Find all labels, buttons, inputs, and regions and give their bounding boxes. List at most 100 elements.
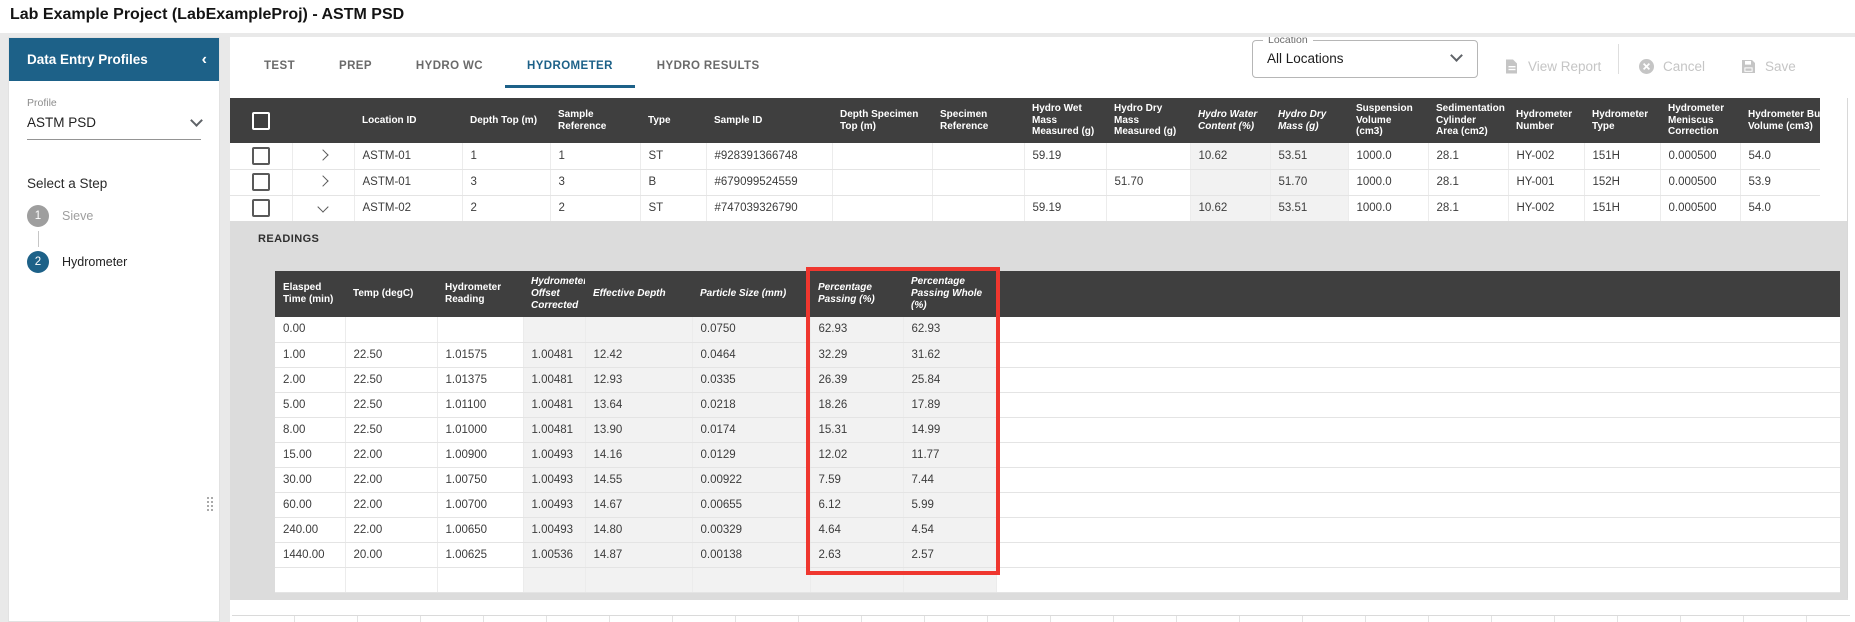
reading-cell-hydrometer-reading[interactable]: 1.01000: [437, 417, 523, 442]
reading-cell-temp-degc[interactable]: 22.50: [345, 417, 437, 442]
reading-cell-elasped-time-min[interactable]: 60.00: [275, 492, 345, 517]
reading-cell-elasped-time-min[interactable]: 1440.00: [275, 542, 345, 567]
reading-cell-elasped-time-min[interactable]: 240.00: [275, 517, 345, 542]
cell-depth-top-m[interactable]: 2: [462, 195, 550, 221]
cell-hydrometer-bulb-volume-cm3[interactable]: 53.9: [1740, 169, 1820, 195]
cell-depth-specimen-top-m[interactable]: [832, 195, 932, 221]
grid-scrollbar[interactable]: [1847, 98, 1848, 598]
row-checkbox[interactable]: [252, 173, 270, 191]
cell-depth-specimen-top-m[interactable]: [832, 169, 932, 195]
reading-cell-temp-degc[interactable]: 22.00: [345, 442, 437, 467]
cell-sedimentation-cylinder-area-cm2[interactable]: 28.1: [1428, 195, 1508, 221]
cell-hydrometer-number[interactable]: HY-001: [1508, 169, 1584, 195]
cell-sedimentation-cylinder-area-cm2[interactable]: 28.1: [1428, 143, 1508, 169]
cell-type[interactable]: ST: [640, 195, 706, 221]
cell-location-id[interactable]: ASTM-02: [354, 195, 462, 221]
reading-cell-elasped-time-min[interactable]: 1.00: [275, 342, 345, 367]
cell-hydro-wet-mass-measured-g[interactable]: [1024, 169, 1106, 195]
reading-cell-temp-degc[interactable]: 22.00: [345, 517, 437, 542]
tab-hydro-wc[interactable]: HYDRO WC: [394, 50, 505, 88]
step-item-sieve[interactable]: 1Sieve: [27, 205, 219, 227]
cell-type[interactable]: ST: [640, 143, 706, 169]
cell-location-id[interactable]: ASTM-01: [354, 143, 462, 169]
cell-sample-reference[interactable]: 3: [550, 169, 640, 195]
cell-sample-reference[interactable]: 2: [550, 195, 640, 221]
cell-specimen-reference[interactable]: [932, 169, 1024, 195]
profile-select[interactable]: ASTM PSD: [27, 115, 201, 140]
cell-hydrometer-type[interactable]: 152H: [1584, 169, 1660, 195]
cell-hydro-dry-mass-measured-g[interactable]: 51.70: [1106, 169, 1190, 195]
cell-hydrometer-meniscus-correction[interactable]: 0.000500: [1660, 143, 1740, 169]
cell-type[interactable]: B: [640, 169, 706, 195]
expand-row-icon[interactable]: [317, 175, 328, 186]
reading-cell-temp-degc[interactable]: [345, 317, 437, 342]
reading-cell-hydrometer-reading[interactable]: 1.00625: [437, 542, 523, 567]
reading-cell-elasped-time-min[interactable]: 15.00: [275, 442, 345, 467]
tab-prep[interactable]: PREP: [317, 50, 394, 88]
cell-hydrometer-type[interactable]: 151H: [1584, 195, 1660, 221]
reading-cell-temp-degc[interactable]: 22.00: [345, 467, 437, 492]
cell-hydrometer-meniscus-correction[interactable]: 0.000500: [1660, 195, 1740, 221]
cell-sample-reference[interactable]: 1: [550, 143, 640, 169]
reading-cell-temp-degc[interactable]: 22.50: [345, 342, 437, 367]
cell-sedimentation-cylinder-area-cm2[interactable]: 28.1: [1428, 169, 1508, 195]
cell-depth-specimen-top-m[interactable]: [832, 143, 932, 169]
cell-hydro-wet-mass-measured-g[interactable]: 59.19: [1024, 195, 1106, 221]
reading-cell-hydrometer-reading[interactable]: [437, 317, 523, 342]
row-checkbox[interactable]: [252, 199, 270, 217]
cell-sample-id[interactable]: #747039326790: [706, 195, 832, 221]
cell-hydrometer-number[interactable]: HY-002: [1508, 195, 1584, 221]
select-all-checkbox[interactable]: [252, 112, 270, 130]
collapse-row-icon[interactable]: [317, 201, 328, 212]
view-report-button[interactable]: View Report: [1503, 50, 1601, 82]
cell-hydro-dry-mass-measured-g[interactable]: [1106, 195, 1190, 221]
reading-cell-elasped-time-min[interactable]: 8.00: [275, 417, 345, 442]
sidebar-resize-handle[interactable]: [207, 497, 213, 511]
reading-cell-hydrometer-reading[interactable]: 1.00750: [437, 467, 523, 492]
expand-row-icon[interactable]: [317, 149, 328, 160]
reading-cell-temp-degc[interactable]: 22.50: [345, 392, 437, 417]
tab-hydrometer[interactable]: HYDROMETER: [505, 50, 635, 88]
cell-specimen-reference[interactable]: [932, 195, 1024, 221]
cell-hydrometer-number[interactable]: HY-002: [1508, 143, 1584, 169]
reading-cell-hydrometer-reading[interactable]: 1.00900: [437, 442, 523, 467]
cell-location-id[interactable]: ASTM-01: [354, 169, 462, 195]
cell-sample-id[interactable]: #679099524559: [706, 169, 832, 195]
reading-cell-elasped-time-min[interactable]: 0.00: [275, 317, 345, 342]
reading-cell-hydrometer-reading[interactable]: 1.00650: [437, 517, 523, 542]
reading-cell-hydrometer-reading[interactable]: 1.00700: [437, 492, 523, 517]
cell-specimen-reference[interactable]: [932, 143, 1024, 169]
reading-cell-hydrometer-reading[interactable]: 1.01375: [437, 367, 523, 392]
reading-cell-temp-degc[interactable]: [345, 567, 437, 592]
reading-cell-elasped-time-min[interactable]: 30.00: [275, 467, 345, 492]
cell-suspension-volume-cm3[interactable]: 1000.0: [1348, 195, 1428, 221]
cell-suspension-volume-cm3[interactable]: 1000.0: [1348, 143, 1428, 169]
cell-hydrometer-meniscus-correction[interactable]: 0.000500: [1660, 169, 1740, 195]
cell-hydrometer-bulb-volume-cm3[interactable]: 54.0: [1740, 143, 1820, 169]
reading-cell-elasped-time-min[interactable]: 2.00: [275, 367, 345, 392]
step-item-hydrometer[interactable]: 2Hydrometer: [27, 251, 219, 273]
reading-cell-temp-degc[interactable]: 22.50: [345, 367, 437, 392]
reading-cell-hydrometer-reading[interactable]: 1.01575: [437, 342, 523, 367]
reading-cell-temp-degc[interactable]: 22.00: [345, 492, 437, 517]
cell-depth-top-m[interactable]: 1: [462, 143, 550, 169]
collapse-sidebar-icon[interactable]: ‹: [202, 52, 207, 68]
reading-cell-elasped-time-min[interactable]: [275, 567, 345, 592]
cell-hydrometer-bulb-volume-cm3[interactable]: 54.0: [1740, 195, 1820, 221]
cell-suspension-volume-cm3[interactable]: 1000.0: [1348, 169, 1428, 195]
location-select[interactable]: Location All Locations: [1252, 40, 1478, 78]
cell-sample-id[interactable]: #928391366748: [706, 143, 832, 169]
reading-cell-hydrometer-reading[interactable]: 1.01100: [437, 392, 523, 417]
reading-cell-elasped-time-min[interactable]: 5.00: [275, 392, 345, 417]
cell-hydro-wet-mass-measured-g[interactable]: 59.19: [1024, 143, 1106, 169]
tab-hydro-results[interactable]: HYDRO RESULTS: [635, 50, 782, 88]
cell-hydrometer-type[interactable]: 151H: [1584, 143, 1660, 169]
tab-test[interactable]: TEST: [242, 50, 317, 88]
cell-hydro-dry-mass-measured-g[interactable]: [1106, 143, 1190, 169]
cell-depth-top-m[interactable]: 3: [462, 169, 550, 195]
reading-cell-hydrometer-reading[interactable]: [437, 567, 523, 592]
reading-cell-temp-degc[interactable]: 20.00: [345, 542, 437, 567]
cancel-button[interactable]: Cancel: [1638, 50, 1705, 82]
save-button[interactable]: Save: [1740, 50, 1796, 82]
row-checkbox[interactable]: [252, 147, 270, 165]
